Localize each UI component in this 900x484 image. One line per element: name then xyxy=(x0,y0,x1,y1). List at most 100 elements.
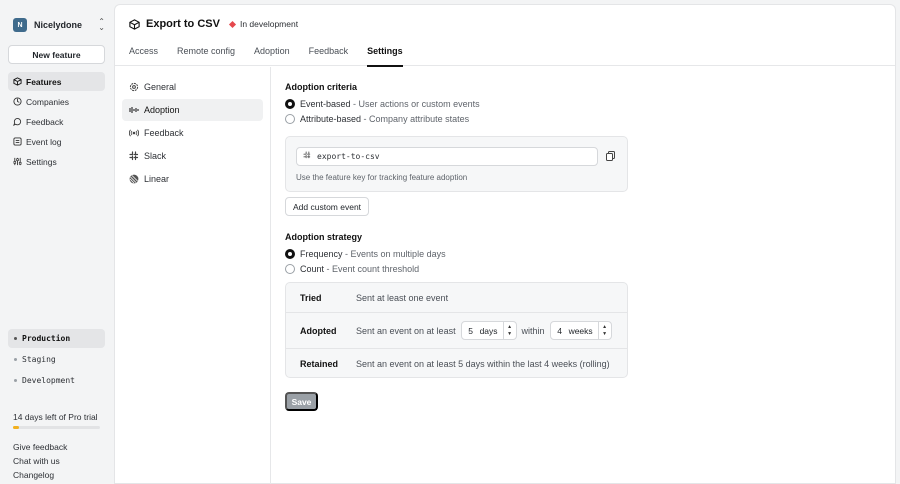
sidebar-item-label: Features xyxy=(26,76,62,87)
feedback-icon xyxy=(13,117,22,126)
main-panel: Export to CSV In development Access Remo… xyxy=(114,4,896,484)
days-unit: days xyxy=(479,325,498,336)
row-label: Adopted xyxy=(300,325,337,336)
list-icon xyxy=(13,137,22,146)
feature-key-help: Use the feature key for tracking feature… xyxy=(296,173,468,182)
sidebar-nav: Features Companies Feedback Event log Se… xyxy=(8,72,105,172)
sidebar-item-label: Feedback xyxy=(26,116,64,127)
radio-button[interactable] xyxy=(285,249,295,259)
app-sidebar: N Nicelydone ⌃ ⌄ New feature Features Com… xyxy=(0,0,114,484)
key-icon xyxy=(303,151,312,162)
sidebar-item-features[interactable]: Features xyxy=(8,72,105,91)
feature-key-field[interactable]: export-to-csv xyxy=(296,147,598,166)
settings-nav: General Adoption Feedback Slack Linear xyxy=(115,67,271,484)
sidebar-item-companies[interactable]: Companies xyxy=(8,92,105,111)
add-custom-event-button[interactable]: Add custom event xyxy=(285,197,370,216)
option-name: Count xyxy=(300,264,325,274)
page-title: Export to CSV xyxy=(146,18,220,30)
companies-icon xyxy=(13,97,22,106)
status-label: In development xyxy=(239,19,299,29)
option-name: Attribute-based xyxy=(300,114,362,124)
org-switcher[interactable]: N Nicelydone ⌃ ⌄ xyxy=(13,17,105,33)
feature-tabs: Access Remote config Adoption Feedback S… xyxy=(129,46,422,67)
org-name: Nicelydone xyxy=(34,20,83,30)
tab-access[interactable]: Access xyxy=(129,46,158,66)
tab-settings[interactable]: Settings xyxy=(367,46,403,67)
days-stepper[interactable]: 5 days ▲ ▼ xyxy=(460,321,517,340)
row-label: Tried xyxy=(300,292,322,303)
strategy-option-count[interactable]: Count - Event count threshold xyxy=(285,264,419,274)
save-button[interactable]: Save xyxy=(285,392,318,411)
chevron-up-down-icon: ⌃ ⌄ xyxy=(98,17,105,32)
stepper-arrows-icon[interactable]: ▲ ▼ xyxy=(502,322,516,339)
settings-item-linear[interactable]: Linear xyxy=(122,168,263,190)
sliders-icon xyxy=(13,157,22,166)
criteria-option-event-based[interactable]: Event-based - User actions or custom eve… xyxy=(285,99,480,109)
box-icon xyxy=(13,77,22,86)
radio-button[interactable] xyxy=(285,264,295,274)
row-label: Retained xyxy=(300,358,339,369)
settings-item-slack[interactable]: Slack xyxy=(122,145,263,167)
settings-item-label: Adoption xyxy=(144,105,180,115)
option-name: Event-based xyxy=(300,99,351,109)
env-staging[interactable]: Staging xyxy=(8,350,105,369)
status-badge: In development xyxy=(228,19,299,29)
weeks-value[interactable]: 4 xyxy=(551,326,569,336)
environment-list: Production Staging Development xyxy=(8,329,105,392)
strategy-option-frequency[interactable]: Frequency - Events on multiple days xyxy=(285,249,446,259)
adoption-strategy-title: Adoption strategy xyxy=(285,232,363,242)
within-text: within xyxy=(521,325,545,336)
linear-icon xyxy=(129,174,139,184)
radio-button[interactable] xyxy=(285,114,295,124)
tab-feedback[interactable]: Feedback xyxy=(309,46,349,66)
criteria-option-attribute-based[interactable]: Attribute-based - Company attribute stat… xyxy=(285,114,469,124)
settings-item-general[interactable]: General xyxy=(122,76,263,98)
env-development[interactable]: Development xyxy=(8,371,105,390)
env-dot-icon xyxy=(14,358,17,361)
stepper-arrows-icon[interactable]: ▲ ▼ xyxy=(597,322,611,339)
env-dot-icon xyxy=(14,337,17,340)
trial-progress-bar xyxy=(13,426,100,429)
give-feedback-link[interactable]: Give feedback xyxy=(13,442,67,456)
page-header: Export to CSV In development Access Remo… xyxy=(115,5,895,67)
settings-item-label: Linear xyxy=(144,174,170,184)
settings-item-label: General xyxy=(144,82,177,92)
slack-icon xyxy=(129,151,139,161)
status-diamond-icon xyxy=(228,20,236,28)
weeks-stepper[interactable]: 4 weeks ▲ ▼ xyxy=(549,321,612,340)
sidebar-item-label: Event log xyxy=(26,136,62,147)
row-text: Sent at least one event xyxy=(356,292,449,303)
footer-links: Give feedback Chat with us Changelog xyxy=(13,442,67,484)
feature-key-box: export-to-csv Use the feature key for tr… xyxy=(285,136,628,192)
env-label: Staging xyxy=(22,355,56,364)
feedback-wave-icon xyxy=(129,128,139,138)
sidebar-item-settings[interactable]: Settings xyxy=(8,152,105,171)
option-description: Event count threshold xyxy=(332,264,420,274)
sidebar-item-feedback[interactable]: Feedback xyxy=(8,112,105,131)
strategy-row-retained: Retained Sent an event on at least 5 day… xyxy=(286,348,627,378)
feature-key-value: export-to-csv xyxy=(317,152,380,161)
row-text: Sent an event on at least 5 days within … xyxy=(356,358,610,369)
tab-adoption[interactable]: Adoption xyxy=(254,46,290,66)
env-dot-icon xyxy=(14,379,17,382)
settings-item-feedback[interactable]: Feedback xyxy=(122,122,263,144)
days-value[interactable]: 5 xyxy=(462,326,480,336)
chat-with-us-link[interactable]: Chat with us xyxy=(13,456,67,470)
env-label: Development xyxy=(22,376,75,385)
adopted-text-before: Sent an event on at least xyxy=(356,325,456,336)
settings-item-adoption[interactable]: Adoption xyxy=(122,99,263,121)
box-icon xyxy=(129,18,140,30)
option-description: Events on multiple days xyxy=(350,249,446,259)
radio-button[interactable] xyxy=(285,99,295,109)
copy-icon[interactable] xyxy=(606,151,616,161)
tab-remote-config[interactable]: Remote config xyxy=(177,46,235,66)
changelog-link[interactable]: Changelog xyxy=(13,470,67,484)
env-label: Production xyxy=(22,334,71,343)
sidebar-item-event-log[interactable]: Event log xyxy=(8,132,105,151)
trial-progress-fill xyxy=(13,426,20,429)
adoption-icon xyxy=(129,105,139,115)
strategy-row-adopted: Adopted Sent an event on at least 5 days… xyxy=(286,312,627,348)
new-feature-button[interactable]: New feature xyxy=(8,45,105,64)
env-production[interactable]: Production xyxy=(8,329,105,348)
gear-icon xyxy=(129,82,139,92)
